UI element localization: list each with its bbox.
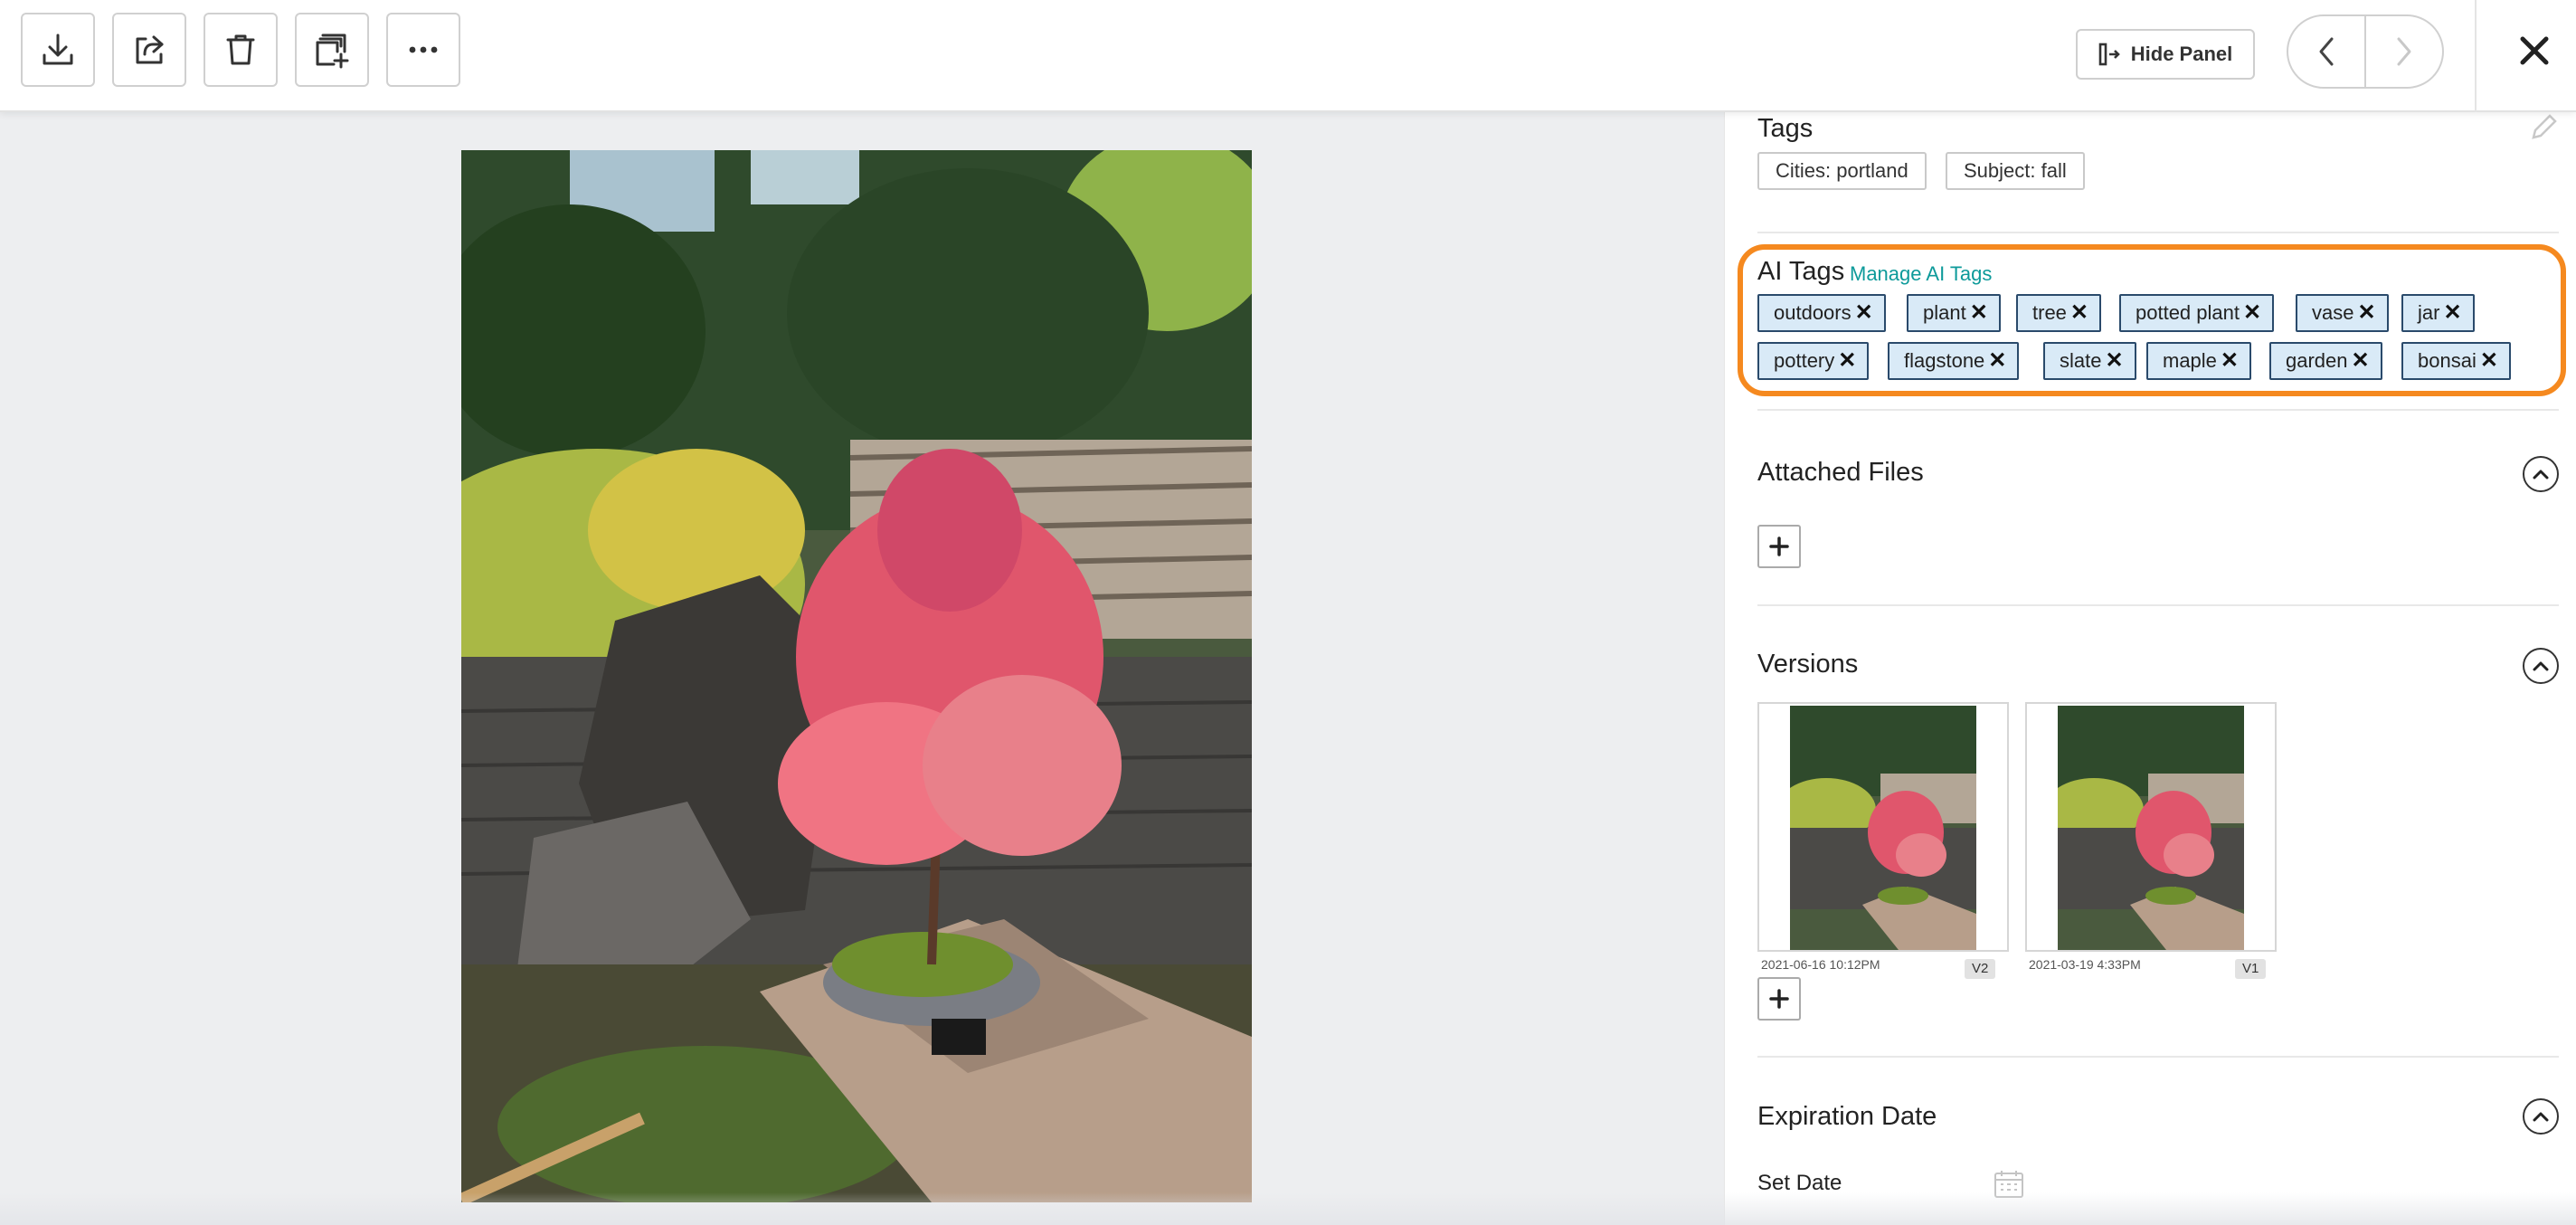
close-button[interactable] <box>2507 24 2562 78</box>
ai-tag-label: slate <box>2060 349 2102 372</box>
ai-tag-label: flagstone <box>1904 349 1985 372</box>
plus-icon <box>1769 989 1789 1009</box>
remove-tag-icon[interactable]: ✕ <box>1970 296 1988 330</box>
set-date-label: Set Date <box>1757 1171 1842 1195</box>
ai-tag-chip[interactable]: slate ✕ <box>2043 342 2136 380</box>
hide-panel-button[interactable]: Hide Panel <box>2076 29 2255 80</box>
collapse-versions-button[interactable] <box>2523 648 2559 684</box>
attached-files-title: Attached Files <box>1757 458 1924 487</box>
calendar-icon <box>1994 1171 2023 1198</box>
version-badge: V1 <box>2235 959 2267 979</box>
share-button[interactable] <box>112 13 186 87</box>
ai-tag-chip[interactable]: maple ✕ <box>2146 342 2252 380</box>
expiration-date-title: Expiration Date <box>1757 1102 1937 1131</box>
next-asset-button[interactable] <box>2364 16 2442 87</box>
ai-tag-chip[interactable]: garden ✕ <box>2269 342 2382 380</box>
collapse-attached-files-button[interactable] <box>2523 456 2559 492</box>
remove-tag-icon[interactable]: ✕ <box>2105 344 2123 378</box>
share-icon <box>136 35 164 64</box>
remove-tag-icon[interactable]: ✕ <box>2480 344 2498 378</box>
ai-tag-label: outdoors <box>1774 301 1852 324</box>
version-date: 2021-03-19 4:33PM <box>2029 957 2141 972</box>
section-divider <box>1757 409 2559 411</box>
date-picker-button[interactable] <box>1993 1169 2025 1200</box>
ai-tag-label: potted plant <box>2136 301 2240 324</box>
collapse-expiration-button[interactable] <box>2523 1098 2559 1135</box>
ai-tag-chip[interactable]: potted plant ✕ <box>2119 294 2275 332</box>
version-date: 2021-06-16 10:12PM <box>1761 957 1880 972</box>
versions-title: Versions <box>1757 650 1859 679</box>
asset-navigation <box>2287 14 2444 89</box>
download-icon <box>43 33 73 65</box>
trash-icon <box>226 34 255 65</box>
plus-icon <box>1769 537 1789 556</box>
ai-tag-label: tree <box>2032 301 2067 324</box>
tag-chip[interactable]: Subject: fall <box>1946 152 2085 190</box>
ai-tag-chip[interactable]: plant ✕ <box>1907 294 2001 332</box>
remove-tag-icon[interactable]: ✕ <box>1855 296 1873 330</box>
edit-tags-button[interactable] <box>2528 112 2559 143</box>
remove-tag-icon[interactable]: ✕ <box>2357 296 2375 330</box>
manage-ai-tags-link[interactable]: Manage AI Tags <box>1850 262 1992 286</box>
ai-tag-chip[interactable]: tree ✕ <box>2016 294 2102 332</box>
ai-tags-title: AI Tags <box>1757 257 1845 286</box>
remove-tag-icon[interactable]: ✕ <box>2221 344 2239 378</box>
ai-tag-label: garden <box>2286 349 2348 372</box>
add-version-button[interactable] <box>1757 977 1801 1021</box>
ai-tag-label: maple <box>2163 349 2217 372</box>
section-divider <box>1757 1056 2559 1058</box>
chevron-up-icon <box>2533 1112 2549 1122</box>
version-thumbnail <box>2058 706 2244 950</box>
ai-tag-label: pottery <box>1774 349 1835 372</box>
version-card[interactable] <box>2025 702 2277 952</box>
add-to-collection-icon <box>316 33 349 69</box>
details-panel: Tags Cities: portland Subject: fall AI T… <box>1724 112 2576 1225</box>
top-toolbar: Hide Panel <box>0 0 2576 112</box>
toolbar-divider <box>2475 0 2477 112</box>
ai-tag-chip[interactable]: jar ✕ <box>2401 294 2475 332</box>
chevron-up-icon <box>2533 470 2549 480</box>
ai-tag-chip[interactable]: pottery ✕ <box>1757 342 1870 380</box>
ai-tag-chip[interactable]: vase ✕ <box>2296 294 2389 332</box>
ai-tag-label: vase <box>2312 301 2354 324</box>
remove-tag-icon[interactable]: ✕ <box>2243 296 2261 330</box>
delete-button[interactable] <box>204 13 278 87</box>
previous-asset-button[interactable] <box>2288 16 2364 87</box>
chevron-up-icon <box>2533 661 2549 671</box>
add-to-collection-button[interactable] <box>295 13 369 87</box>
remove-tag-icon[interactable]: ✕ <box>2070 296 2088 330</box>
asset-preview-image <box>461 150 1252 1202</box>
tags-title: Tags <box>1757 114 1814 143</box>
ai-tag-label: plant <box>1923 301 1966 324</box>
ai-tag-label: jar <box>2418 301 2440 324</box>
ai-tag-chip[interactable]: flagstone ✕ <box>1888 342 2020 380</box>
download-button[interactable] <box>21 13 95 87</box>
chevron-right-icon <box>2397 37 2411 66</box>
remove-tag-icon[interactable]: ✕ <box>2352 344 2370 378</box>
ai-tag-label: bonsai <box>2418 349 2477 372</box>
more-icon <box>409 46 438 53</box>
version-badge: V2 <box>1965 959 1996 979</box>
section-divider <box>1757 232 2559 233</box>
section-divider <box>1757 604 2559 606</box>
hide-panel-label: Hide Panel <box>2130 43 2233 65</box>
more-options-button[interactable] <box>386 13 460 87</box>
hide-panel-icon <box>2098 43 2120 66</box>
ai-tag-chip[interactable]: outdoors ✕ <box>1757 294 1886 332</box>
version-thumbnail <box>1790 706 1976 950</box>
version-card[interactable] <box>1757 702 2009 952</box>
add-attached-file-button[interactable] <box>1757 525 1801 568</box>
remove-tag-icon[interactable]: ✕ <box>1988 344 2006 378</box>
pencil-icon <box>2532 114 2557 139</box>
chevron-left-icon <box>2319 37 2334 66</box>
tag-chip[interactable]: Cities: portland <box>1757 152 1927 190</box>
remove-tag-icon[interactable]: ✕ <box>1838 344 1856 378</box>
remove-tag-icon[interactable]: ✕ <box>2443 296 2461 330</box>
ai-tag-chip[interactable]: bonsai ✕ <box>2401 342 2511 380</box>
close-icon <box>2520 36 2549 65</box>
